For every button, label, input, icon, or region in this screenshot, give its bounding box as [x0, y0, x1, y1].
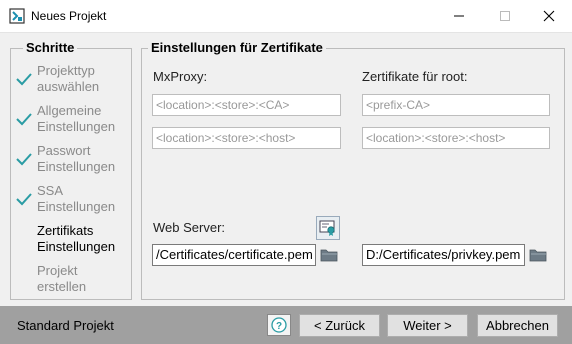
webserver-certificate-input[interactable]: /Certificates/certificate.pem: [152, 244, 316, 266]
window-title: Neues Projekt: [31, 9, 107, 23]
webserver-label: Web Server:: [153, 220, 226, 235]
step-label: Allgemeine Einstellungen: [37, 103, 116, 134]
mxproxy-ca-input[interactable]: <location>:<store>:<CA>: [152, 94, 341, 116]
checkmark-icon: [16, 73, 32, 86]
svg-text:?: ?: [276, 321, 282, 332]
folder-icon: [320, 249, 338, 262]
root-certificates-label: Zertifikate für root:: [362, 69, 468, 84]
cancel-button[interactable]: Abbrechen: [477, 314, 558, 337]
close-button[interactable]: [526, 0, 572, 32]
step-label: Projekt erstellen: [37, 263, 87, 294]
steps-panel: Schritte Projekttyp auswählen Allgemeine E…: [10, 40, 132, 303]
help-icon: ?: [271, 317, 287, 333]
checkmark-icon: [16, 153, 32, 166]
next-button[interactable]: Weiter >: [387, 314, 468, 337]
close-icon: [543, 10, 555, 22]
maximize-button[interactable]: [482, 0, 528, 32]
mxproxy-host-input[interactable]: <location>:<store>:<host>: [152, 127, 341, 149]
help-button[interactable]: ?: [267, 314, 291, 336]
browse-key-button[interactable]: [528, 245, 548, 265]
maximize-icon: [500, 11, 510, 21]
step-project-type: Projekttyp auswählen: [11, 63, 131, 103]
steps-title: Schritte: [23, 40, 78, 55]
certificate-settings-title: Einstellungen für Zertifikate: [148, 40, 326, 55]
root-prefix-ca-input[interactable]: <prefix-CA>: [362, 94, 550, 116]
title-bar: Neues Projekt: [0, 0, 572, 33]
checkmark-icon: [16, 113, 32, 126]
step-label: SSA Einstellungen: [37, 183, 116, 214]
minimize-button[interactable]: [436, 0, 482, 32]
certificate-button[interactable]: [316, 216, 340, 240]
app-icon: [9, 8, 25, 24]
mxproxy-label: MxProxy:: [153, 69, 208, 84]
step-label: Zertifikats Einstellungen: [37, 223, 116, 254]
folder-icon: [529, 249, 547, 262]
browse-certificate-button[interactable]: [319, 245, 339, 265]
minimize-icon: [454, 15, 464, 17]
checkmark-icon: [16, 193, 32, 206]
webserver-key-input[interactable]: D:/Certificates/privkey.pem: [362, 244, 525, 266]
back-button[interactable]: < Zurück: [299, 314, 380, 337]
step-general-settings: Allgemeine Einstellungen: [11, 103, 131, 143]
step-label: Projekttyp auswählen: [37, 63, 100, 94]
step-label: Passwort Einstellungen: [37, 143, 116, 174]
footer-bar: Standard Projekt ? < Zurück Weiter > Abb…: [0, 306, 572, 344]
project-type-label: Standard Projekt: [17, 318, 114, 333]
step-certificate-settings: Zertifikats Einstellungen: [11, 223, 131, 263]
certificate-icon: [319, 220, 335, 236]
step-password-settings: Passwort Einstellungen: [11, 143, 131, 183]
step-ssa-settings: SSA Einstellungen: [11, 183, 131, 223]
root-host-input[interactable]: <location>:<store>:<host>: [362, 127, 550, 149]
step-create-project: Projekt erstellen: [11, 263, 131, 303]
